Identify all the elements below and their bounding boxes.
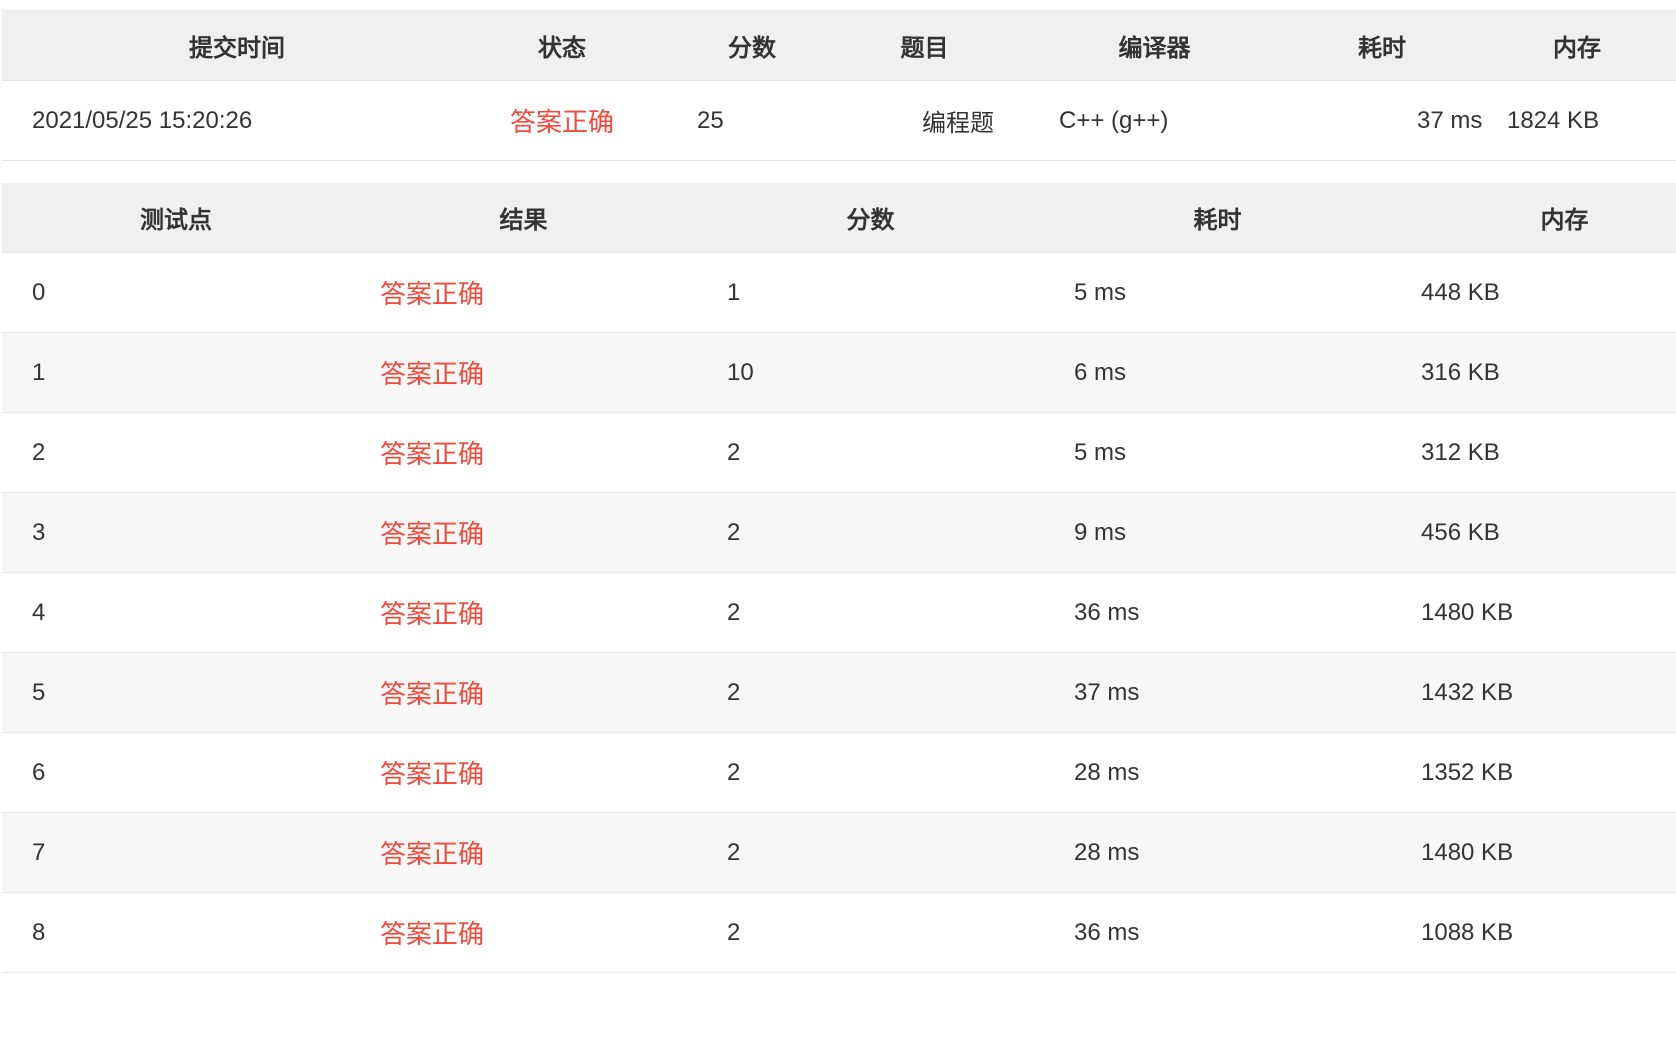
testcase-score: 2 bbox=[697, 412, 1044, 493]
header-case-elapsed: 耗时 bbox=[1044, 183, 1391, 253]
compiler-name: C++ (g++) bbox=[997, 80, 1312, 161]
header-elapsed: 耗时 bbox=[1312, 10, 1452, 81]
testcase-elapsed: 36 ms bbox=[1044, 892, 1391, 973]
header-case-memory: 内存 bbox=[1391, 183, 1676, 253]
submission-elapsed: 37 ms bbox=[1312, 80, 1482, 161]
testcase-result: 答案正确 bbox=[350, 572, 697, 653]
testcase-elapsed: 28 ms bbox=[1044, 732, 1391, 813]
testcase-elapsed: 28 ms bbox=[1044, 812, 1391, 893]
submission-score: 25 bbox=[652, 80, 852, 161]
header-testcase: 测试点 bbox=[2, 183, 350, 253]
testcase-id: 5 bbox=[2, 652, 350, 733]
testcase-elapsed: 36 ms bbox=[1044, 572, 1391, 653]
testcase-id: 6 bbox=[2, 732, 350, 813]
testcase-id: 1 bbox=[2, 332, 350, 413]
header-submit-time: 提交时间 bbox=[2, 10, 472, 81]
testcase-result: 答案正确 bbox=[350, 812, 697, 893]
testcase-table: 测试点 结果 分数 耗时 内存 0 答案正确 1 5 ms 448 KB 1 答… bbox=[2, 183, 1676, 973]
testcase-id: 0 bbox=[2, 252, 350, 333]
header-status: 状态 bbox=[472, 10, 652, 81]
testcase-id: 8 bbox=[2, 892, 350, 973]
testcase-elapsed: 5 ms bbox=[1044, 412, 1391, 493]
submission-row: 2021/05/25 15:20:26 答案正确 25 编程题 C++ (g++… bbox=[2, 80, 1676, 161]
testcase-memory: 1432 KB bbox=[1391, 652, 1676, 733]
testcase-memory: 448 KB bbox=[1391, 252, 1676, 333]
testcase-memory: 316 KB bbox=[1391, 332, 1676, 413]
header-score: 分数 bbox=[652, 10, 852, 81]
header-memory: 内存 bbox=[1452, 10, 1676, 81]
testcase-id: 2 bbox=[2, 412, 350, 493]
testcase-score: 2 bbox=[697, 892, 1044, 973]
testcase-result: 答案正确 bbox=[350, 652, 697, 733]
header-compiler: 编译器 bbox=[997, 10, 1312, 81]
table-row: 2 答案正确 2 5 ms 312 KB bbox=[2, 412, 1676, 493]
testcase-result: 答案正确 bbox=[350, 412, 697, 493]
testcase-score: 2 bbox=[697, 812, 1044, 893]
testcase-score: 1 bbox=[697, 252, 1044, 333]
testcase-elapsed: 5 ms bbox=[1044, 252, 1391, 333]
submission-status: 答案正确 bbox=[472, 80, 652, 161]
testcase-result: 答案正确 bbox=[350, 252, 697, 333]
testcase-body: 0 答案正确 1 5 ms 448 KB 1 答案正确 10 6 ms 316 … bbox=[2, 252, 1676, 973]
testcase-result: 答案正确 bbox=[350, 892, 697, 973]
header-problem: 题目 bbox=[852, 10, 997, 81]
table-row: 7 答案正确 2 28 ms 1480 KB bbox=[2, 812, 1676, 893]
table-row: 1 答案正确 10 6 ms 316 KB bbox=[2, 332, 1676, 413]
testcase-elapsed: 37 ms bbox=[1044, 652, 1391, 733]
testcase-score: 10 bbox=[697, 332, 1044, 413]
testcase-elapsed: 9 ms bbox=[1044, 492, 1391, 573]
header-result: 结果 bbox=[350, 183, 697, 253]
submit-time: 2021/05/25 15:20:26 bbox=[2, 80, 472, 161]
header-case-score: 分数 bbox=[697, 183, 1044, 253]
testcase-memory: 456 KB bbox=[1391, 492, 1676, 573]
testcase-memory: 312 KB bbox=[1391, 412, 1676, 493]
table-row: 5 答案正确 2 37 ms 1432 KB bbox=[2, 652, 1676, 733]
testcase-id: 7 bbox=[2, 812, 350, 893]
testcase-header-row: 测试点 结果 分数 耗时 内存 bbox=[2, 183, 1676, 253]
table-row: 6 答案正确 2 28 ms 1352 KB bbox=[2, 732, 1676, 813]
testcase-memory: 1088 KB bbox=[1391, 892, 1676, 973]
testcase-score: 2 bbox=[697, 572, 1044, 653]
table-row: 8 答案正确 2 36 ms 1088 KB bbox=[2, 892, 1676, 973]
testcase-id: 3 bbox=[2, 492, 350, 573]
table-row: 3 答案正确 2 9 ms 456 KB bbox=[2, 492, 1676, 573]
testcase-memory: 1480 KB bbox=[1391, 812, 1676, 893]
submission-header-row: 提交时间 状态 分数 题目 编译器 耗时 内存 bbox=[2, 10, 1676, 81]
testcase-elapsed: 6 ms bbox=[1044, 332, 1391, 413]
testcase-score: 2 bbox=[697, 652, 1044, 733]
submission-summary-table: 提交时间 状态 分数 题目 编译器 耗时 内存 2021/05/25 15:20… bbox=[2, 10, 1676, 161]
problem-type-link[interactable]: 编程题 bbox=[852, 80, 997, 161]
testcase-result: 答案正确 bbox=[350, 332, 697, 413]
testcase-score: 2 bbox=[697, 732, 1044, 813]
testcase-id: 4 bbox=[2, 572, 350, 653]
submission-result-page: 提交时间 状态 分数 题目 编译器 耗时 内存 2021/05/25 15:20… bbox=[0, 0, 1676, 1056]
table-row: 4 答案正确 2 36 ms 1480 KB bbox=[2, 572, 1676, 653]
table-row: 0 答案正确 1 5 ms 448 KB bbox=[2, 252, 1676, 333]
testcase-memory: 1480 KB bbox=[1391, 572, 1676, 653]
submission-memory: 1824 KB bbox=[1452, 80, 1676, 161]
testcase-score: 2 bbox=[697, 492, 1044, 573]
testcase-result: 答案正确 bbox=[350, 732, 697, 813]
testcase-memory: 1352 KB bbox=[1391, 732, 1676, 813]
testcase-result: 答案正确 bbox=[350, 492, 697, 573]
